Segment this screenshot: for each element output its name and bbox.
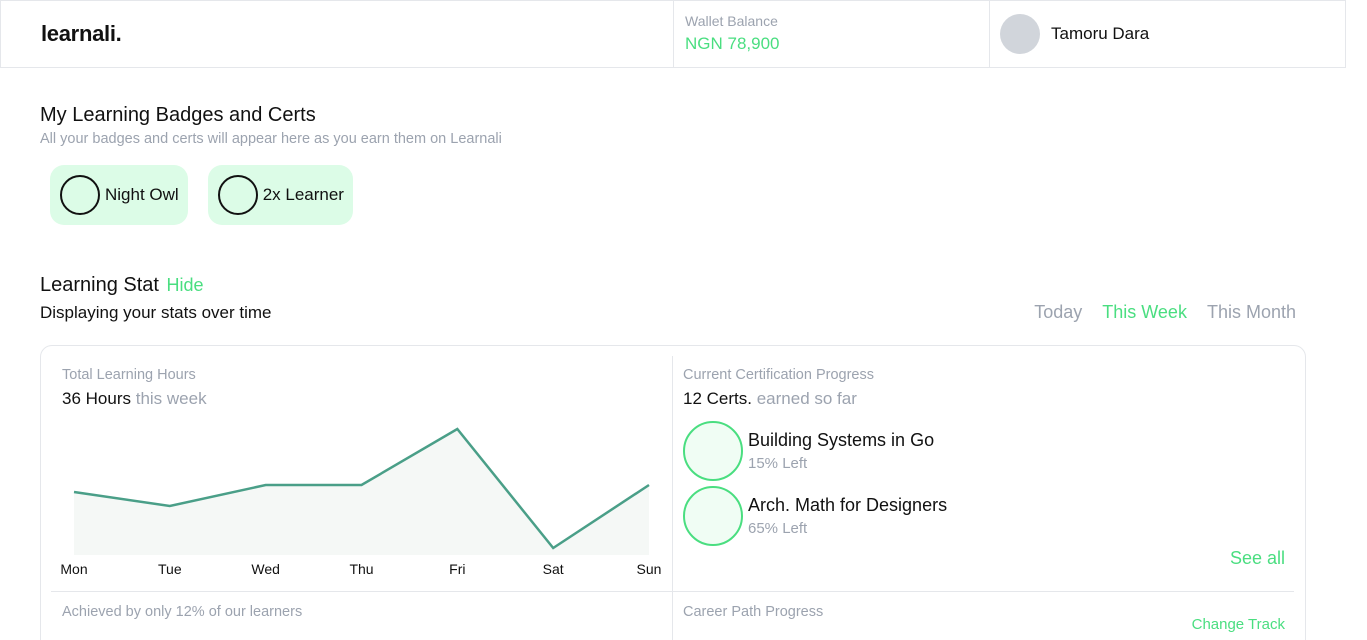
cert-item-go[interactable]: Building Systems in Go 15% Left bbox=[683, 421, 934, 481]
progress-ring-icon bbox=[683, 421, 743, 481]
cert-label: Current Certification Progress bbox=[683, 367, 874, 383]
x-tick-label: Thu bbox=[349, 561, 373, 577]
hours-label: Total Learning Hours bbox=[62, 367, 196, 383]
stats-title: Learning Stat Hide bbox=[40, 274, 204, 297]
period-tabs: Today This Week This Month bbox=[1034, 302, 1296, 323]
hours-value: 36 Hours this week bbox=[62, 389, 207, 409]
badge-circle-icon bbox=[60, 175, 100, 215]
cert-name: Building Systems in Go bbox=[748, 430, 935, 450]
hours-number: 36 Hours bbox=[62, 389, 131, 408]
learning-hours-chart: Mon Tue Wed Thu Fri Sat Sun bbox=[60, 427, 661, 577]
cert-text: Arch. Math for Designers 65% Left bbox=[748, 495, 947, 537]
user-name[interactable]: Tamoru Dara bbox=[1051, 24, 1149, 44]
brand-cell: learnali. bbox=[1, 1, 674, 67]
card-divider-vertical bbox=[672, 356, 673, 640]
cert-item-math[interactable]: Arch. Math for Designers 65% Left bbox=[683, 486, 947, 546]
cert-suffix: earned so far bbox=[756, 389, 857, 408]
achieved-label: Achieved by only 12% of our learners bbox=[62, 604, 303, 620]
badge-night-owl[interactable]: Night Owl bbox=[50, 165, 188, 225]
tab-this-week[interactable]: This Week bbox=[1102, 302, 1187, 323]
cert-name: Arch. Math for Designers bbox=[748, 495, 948, 515]
tab-this-month[interactable]: This Month bbox=[1207, 302, 1296, 323]
wallet-balance[interactable]: Wallet Balance NGN 78,900 bbox=[674, 1, 990, 67]
stats-subtitle: Displaying your stats over time bbox=[40, 303, 272, 322]
wallet-label: Wallet Balance bbox=[685, 13, 778, 29]
cert-text: Building Systems in Go 15% Left bbox=[748, 430, 934, 472]
x-tick-label: Sun bbox=[637, 561, 662, 577]
chart-x-axis-labels: Mon Tue Wed Thu Fri Sat Sun bbox=[60, 561, 661, 577]
avatar[interactable] bbox=[1000, 14, 1040, 54]
hours-suffix: this week bbox=[135, 389, 207, 408]
user-menu[interactable]: Tamoru Dara bbox=[990, 1, 1345, 67]
tab-today[interactable]: Today bbox=[1034, 302, 1082, 323]
badge-circle-icon bbox=[217, 175, 258, 215]
badges-subtitle: All your badges and certs will appear he… bbox=[40, 131, 502, 147]
x-tick-label: Sat bbox=[543, 561, 564, 577]
x-tick-label: Mon bbox=[60, 561, 87, 577]
x-tick-label: Tue bbox=[158, 561, 182, 577]
badges-list: Night Owl 2x Learner bbox=[50, 165, 353, 225]
badge-label: 2x Learner bbox=[262, 185, 344, 204]
hide-stats-link[interactable]: Hide bbox=[167, 275, 204, 295]
x-tick-label: Fri bbox=[449, 561, 465, 577]
cert-remaining: 15% Left bbox=[748, 455, 808, 472]
change-track-link[interactable]: Change Track bbox=[1192, 616, 1285, 633]
badge-label: Night Owl bbox=[105, 185, 179, 204]
badge-2x-learner[interactable]: 2x Learner bbox=[207, 165, 353, 225]
card-divider-horizontal bbox=[51, 591, 1294, 592]
top-bar: learnali. Wallet Balance NGN 78,900 Tamo… bbox=[0, 0, 1346, 68]
stats-title-text: Learning Stat bbox=[40, 274, 159, 296]
x-tick-label: Wed bbox=[251, 561, 280, 577]
cert-number: 12 Certs. bbox=[683, 389, 752, 408]
progress-ring-icon bbox=[683, 486, 743, 546]
career-label: Career Path Progress bbox=[683, 604, 824, 620]
cert-remaining: 65% Left bbox=[748, 520, 808, 537]
badges-title: My Learning Badges and Certs bbox=[40, 104, 316, 126]
brand-logo[interactable]: learnali. bbox=[41, 21, 122, 47]
chart-area-fill bbox=[74, 429, 649, 555]
wallet-amount: NGN 78,900 bbox=[685, 34, 780, 53]
see-all-link[interactable]: See all bbox=[1230, 548, 1285, 569]
cert-value: 12 Certs. earned so far bbox=[683, 389, 857, 409]
